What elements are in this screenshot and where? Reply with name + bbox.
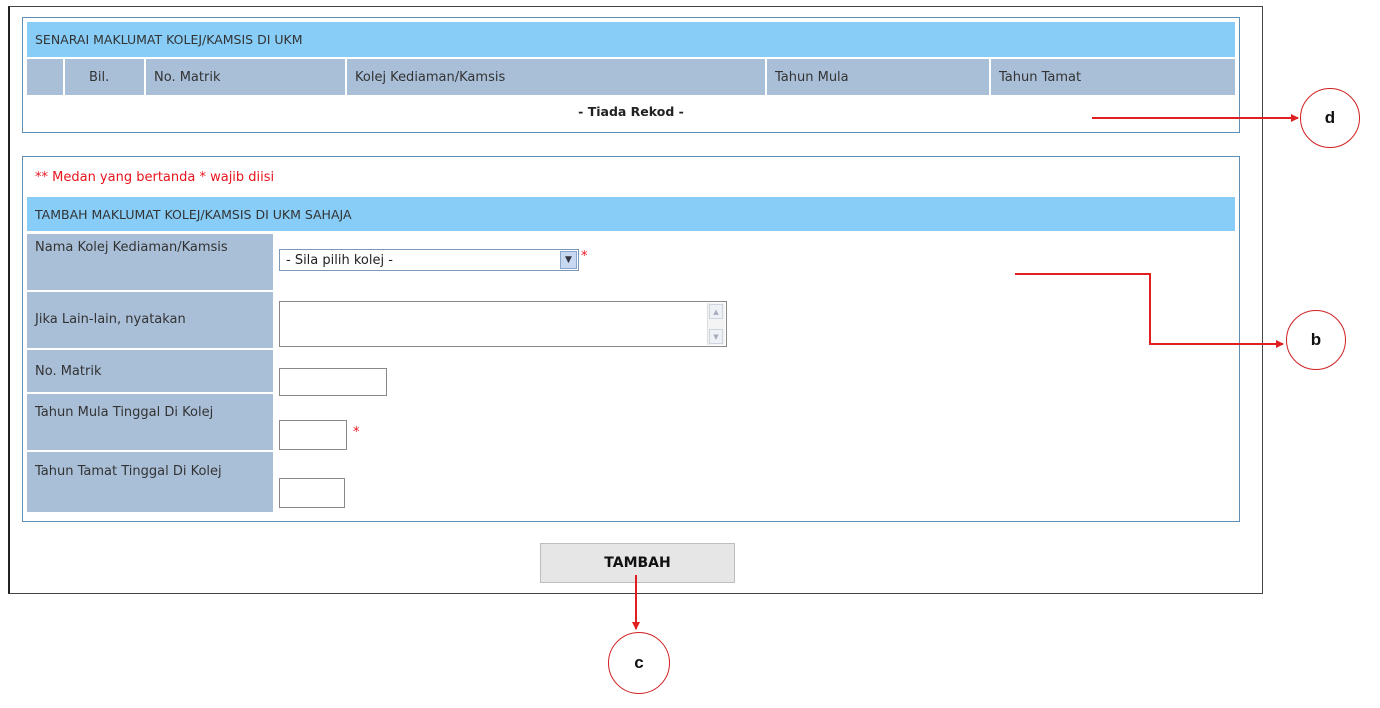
annotation-c: c <box>608 632 670 694</box>
matric-input[interactable] <box>279 368 387 396</box>
college-list-panel: SENARAI MAKLUMAT KOLEJ/KAMSIS DI UKM Bil… <box>22 17 1240 133</box>
scroll-up-icon[interactable]: ▲ <box>709 304 723 319</box>
other-textarea[interactable]: ▲ ▼ <box>279 301 727 347</box>
required-mark-college: * <box>581 249 588 264</box>
col-header-matric: No. Matrik <box>146 59 345 95</box>
college-select[interactable]: - Sila pilih kolej - ▼ <box>279 249 579 271</box>
start-year-label: Tahun Mula Tinggal Di Kolej <box>27 394 273 450</box>
annotation-d: d <box>1300 88 1360 148</box>
end-year-input[interactable] <box>279 478 345 508</box>
other-label: Jika Lain-lain, nyatakan <box>27 292 273 348</box>
textarea-scrollbar[interactable]: ▲ ▼ <box>707 303 725 345</box>
tambah-button[interactable]: TAMBAH <box>540 543 735 583</box>
scroll-down-icon[interactable]: ▼ <box>709 329 723 344</box>
required-mark-start-year: * <box>353 425 360 440</box>
col-header-bil: Bil. <box>65 59 144 95</box>
college-label: Nama Kolej Kediaman/Kamsis <box>27 234 273 290</box>
annotation-b: b <box>1286 310 1346 370</box>
col-header-select <box>27 59 63 95</box>
form-panel-title: TAMBAH MAKLUMAT KOLEJ/KAMSIS DI UKM SAHA… <box>27 197 1235 231</box>
page-frame: SENARAI MAKLUMAT KOLEJ/KAMSIS DI UKM Bil… <box>8 6 1263 594</box>
add-college-form-panel: ** Medan yang bertanda * wajib diisi TAM… <box>22 156 1240 522</box>
col-header-start-year: Tahun Mula <box>767 59 989 95</box>
table-header-row: Bil. No. Matrik Kolej Kediaman/Kamsis Ta… <box>27 59 1235 95</box>
start-year-input[interactable] <box>279 420 347 450</box>
end-year-label: Tahun Tamat Tinggal Di Kolej <box>27 452 273 512</box>
empty-record-message: - Tiada Rekod - <box>578 103 684 119</box>
matric-label: No. Matrik <box>27 350 273 392</box>
list-panel-title: SENARAI MAKLUMAT KOLEJ/KAMSIS DI UKM <box>27 22 1235 57</box>
chevron-down-icon[interactable]: ▼ <box>560 251 577 269</box>
col-header-college: Kolej Kediaman/Kamsis <box>347 59 765 95</box>
college-select-value: - Sila pilih kolej - <box>286 252 393 268</box>
col-header-end-year: Tahun Tamat <box>991 59 1235 95</box>
required-fields-note: ** Medan yang bertanda * wajib diisi <box>35 170 275 185</box>
